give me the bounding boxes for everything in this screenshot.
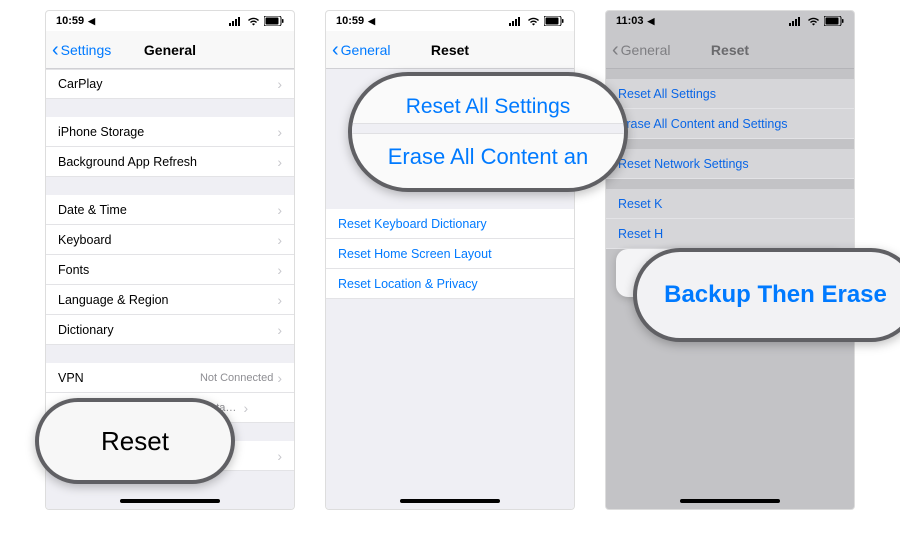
chevron-right-icon: › xyxy=(277,154,282,170)
row-reset-network[interactable]: Reset Network Settings xyxy=(606,149,854,179)
row-label: Language & Region xyxy=(58,293,277,307)
row-label: Reset Home Screen Layout xyxy=(338,247,562,261)
chevron-right-icon: › xyxy=(277,292,282,308)
status-bar: 11:03 ◀ xyxy=(606,11,854,31)
row-reset-home-trunc[interactable]: Reset H xyxy=(606,219,854,249)
row-label: Fonts xyxy=(58,263,277,277)
status-right-icons xyxy=(789,16,844,26)
chevron-right-icon: › xyxy=(277,448,282,464)
back-button[interactable]: ‹ General xyxy=(612,42,670,58)
row-reset-all-settings[interactable]: Reset All Settings xyxy=(606,79,854,109)
home-indicator xyxy=(120,499,220,503)
back-button[interactable]: ‹ Settings xyxy=(52,42,111,58)
row-label: Dictionary xyxy=(58,323,277,337)
row-label: Keyboard xyxy=(58,233,277,247)
row-label: Date & Time xyxy=(58,203,277,217)
callout-reset: Reset xyxy=(35,398,235,484)
status-time: 10:59 xyxy=(336,15,364,27)
chevron-right-icon: › xyxy=(243,400,248,416)
nav-bar: ‹ Settings General xyxy=(46,31,294,69)
row-label: Erase All Content and Settings xyxy=(618,117,842,131)
row-label: Reset K xyxy=(618,197,842,211)
chevron-right-icon: › xyxy=(277,232,282,248)
row-bg-app-refresh[interactable]: Background App Refresh › xyxy=(46,147,294,177)
home-indicator xyxy=(400,499,500,503)
row-label: Reset All Settings xyxy=(618,87,842,101)
row-label: CarPlay xyxy=(58,77,277,91)
row-label: Reset Keyboard Dictionary xyxy=(338,217,562,231)
callout-backup: Backup Then Erase xyxy=(633,248,900,342)
row-carplay[interactable]: CarPlay › xyxy=(46,69,294,99)
status-bar: 10:59 ◀ xyxy=(46,11,294,31)
chevron-right-icon: › xyxy=(277,76,282,92)
row-reset-home-layout[interactable]: Reset Home Screen Layout xyxy=(326,239,574,269)
chevron-right-icon: › xyxy=(277,202,282,218)
row-label: VPN xyxy=(58,371,200,385)
callout-erase-main: Erase All Content an xyxy=(352,134,624,174)
row-fonts[interactable]: Fonts › xyxy=(46,255,294,285)
chevron-right-icon: › xyxy=(277,322,282,338)
chevron-right-icon: › xyxy=(277,262,282,278)
chevron-right-icon: › xyxy=(277,370,282,386)
back-label: Settings xyxy=(61,42,112,58)
row-reset-keyboard-trunc[interactable]: Reset K xyxy=(606,189,854,219)
status-time: 10:59 xyxy=(56,15,84,27)
row-keyboard[interactable]: Keyboard › xyxy=(46,225,294,255)
home-indicator xyxy=(680,499,780,503)
row-detail: Not Connected xyxy=(200,372,273,384)
status-time: 11:03 xyxy=(616,15,644,27)
row-label: Background App Refresh xyxy=(58,155,277,169)
callout-erase: Reset All Settings Erase All Content an xyxy=(348,72,628,192)
row-vpn[interactable]: VPN Not Connected › xyxy=(46,363,294,393)
status-right-icons xyxy=(229,16,284,26)
row-label: Reset H xyxy=(618,227,842,241)
back-label: General xyxy=(341,42,391,58)
location-icon: ◀ xyxy=(88,16,95,27)
row-iphone-storage[interactable]: iPhone Storage › xyxy=(46,117,294,147)
row-label: Reset Location & Privacy xyxy=(338,277,562,291)
callout-text: Reset xyxy=(101,426,169,457)
chevron-right-icon: › xyxy=(277,124,282,140)
row-label: Reset Network Settings xyxy=(618,157,842,171)
row-reset-location-privacy[interactable]: Reset Location & Privacy xyxy=(326,269,574,299)
nav-bar: ‹ General Reset xyxy=(326,31,574,69)
row-erase-all-content[interactable]: Erase All Content and Settings xyxy=(606,109,854,139)
location-icon: ◀ xyxy=(648,16,655,27)
row-reset-keyboard-dict[interactable]: Reset Keyboard Dictionary xyxy=(326,209,574,239)
row-dictionary[interactable]: Dictionary › xyxy=(46,315,294,345)
nav-bar: ‹ General Reset xyxy=(606,31,854,69)
back-label: General xyxy=(621,42,671,58)
status-bar: 10:59 ◀ xyxy=(326,11,574,31)
row-label: iPhone Storage xyxy=(58,125,277,139)
back-button[interactable]: ‹ General xyxy=(332,42,390,58)
location-icon: ◀ xyxy=(368,16,375,27)
row-date-time[interactable]: Date & Time › xyxy=(46,195,294,225)
callout-text: Backup Then Erase xyxy=(664,281,887,309)
callout-erase-top: Reset All Settings xyxy=(352,91,624,124)
row-language-region[interactable]: Language & Region › xyxy=(46,285,294,315)
status-right-icons xyxy=(509,16,564,26)
